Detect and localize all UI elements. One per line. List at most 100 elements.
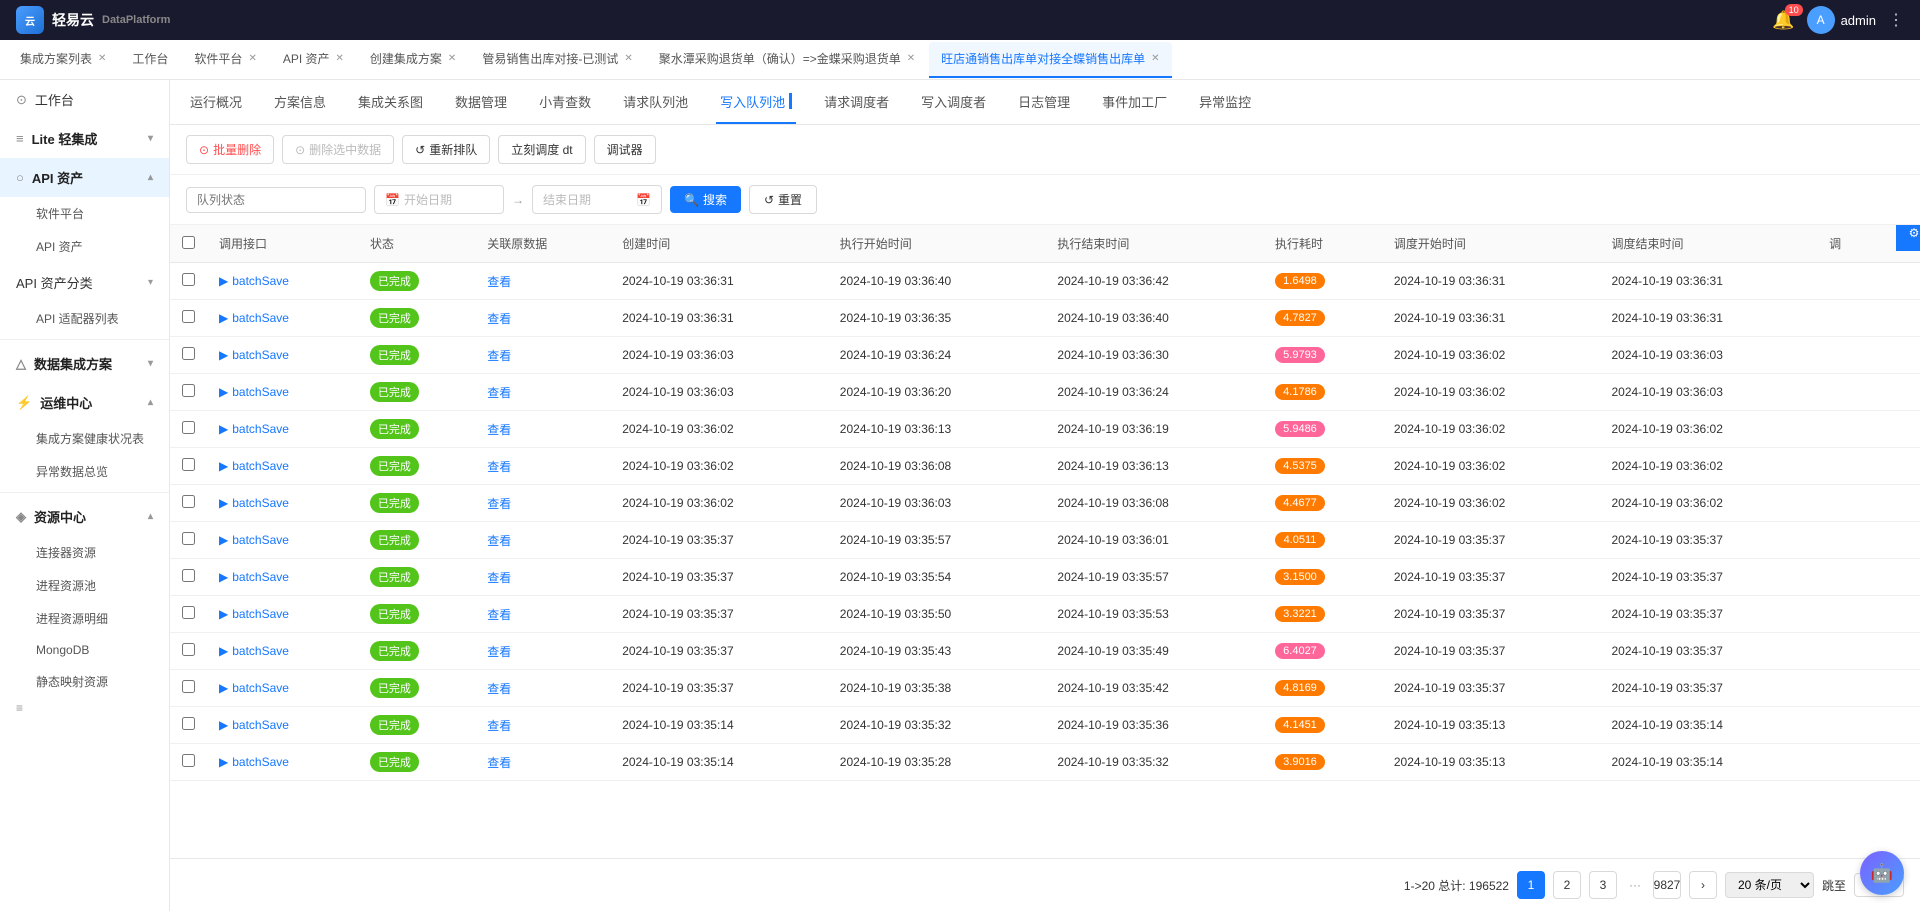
page-btn-2[interactable]: 2 xyxy=(1553,871,1581,899)
row-checkbox-cell[interactable] xyxy=(170,670,207,707)
api-link[interactable]: ▶ batchSave xyxy=(219,718,346,732)
row-checkbox-cell[interactable] xyxy=(170,374,207,411)
sidebar-sub-api-adapter[interactable]: API 适配器列表 xyxy=(0,302,169,335)
row-raw-data[interactable]: 查看 xyxy=(475,670,610,707)
api-link[interactable]: ▶ batchSave xyxy=(219,644,346,658)
row-checkbox[interactable] xyxy=(182,310,195,323)
row-checkbox-cell[interactable] xyxy=(170,559,207,596)
tab-close-icon[interactable]: ✕ xyxy=(448,53,456,64)
row-checkbox-cell[interactable] xyxy=(170,744,207,781)
raw-data-link[interactable]: 查看 xyxy=(487,719,511,733)
debugger-button[interactable]: 调试器 xyxy=(594,135,656,164)
raw-data-link[interactable]: 查看 xyxy=(487,756,511,770)
subnav-integration-diagram[interactable]: 集成关系图 xyxy=(354,80,427,124)
notification-bell[interactable]: 🔔 10 xyxy=(1772,10,1794,31)
api-link[interactable]: ▶ batchSave xyxy=(219,348,346,362)
row-checkbox[interactable] xyxy=(182,273,195,286)
row-checkbox[interactable] xyxy=(182,495,195,508)
row-raw-data[interactable]: 查看 xyxy=(475,485,610,522)
row-raw-data[interactable]: 查看 xyxy=(475,300,610,337)
raw-data-link[interactable]: 查看 xyxy=(487,608,511,622)
api-link[interactable]: ▶ batchSave xyxy=(219,459,346,473)
api-link[interactable]: ▶ batchSave xyxy=(219,533,346,547)
subnav-event-factory[interactable]: 事件加工厂 xyxy=(1098,80,1171,124)
sidebar-collapse-btn[interactable]: ≡ xyxy=(0,698,169,718)
row-checkbox[interactable] xyxy=(182,680,195,693)
row-raw-data[interactable]: 查看 xyxy=(475,744,610,781)
row-checkbox-cell[interactable] xyxy=(170,337,207,374)
api-link[interactable]: ▶ batchSave xyxy=(219,385,346,399)
sidebar-sub-process-pool[interactable]: 进程资源池 xyxy=(0,569,169,602)
raw-data-link[interactable]: 查看 xyxy=(487,682,511,696)
subnav-write-scheduler[interactable]: 写入调度者 xyxy=(917,80,990,124)
row-raw-data[interactable]: 查看 xyxy=(475,707,610,744)
row-raw-data[interactable]: 查看 xyxy=(475,596,610,633)
row-checkbox-cell[interactable] xyxy=(170,263,207,300)
page-size-select[interactable]: 20 条/页 50 条/页 100 条/页 xyxy=(1725,872,1814,898)
row-checkbox[interactable] xyxy=(182,717,195,730)
subnav-log-management[interactable]: 日志管理 xyxy=(1014,80,1074,124)
tab-software-platform[interactable]: 软件平台 ✕ xyxy=(182,42,268,78)
raw-data-link[interactable]: 查看 xyxy=(487,571,511,585)
row-checkbox[interactable] xyxy=(182,347,195,360)
row-raw-data[interactable]: 查看 xyxy=(475,633,610,670)
sidebar-item-workbench[interactable]: ⊙ 工作台 xyxy=(0,80,169,119)
row-raw-data[interactable]: 查看 xyxy=(475,448,610,485)
sidebar-item-api-assets-group[interactable]: ○ API 资产 ▴ xyxy=(0,158,169,197)
settings-button[interactable]: ⚙ xyxy=(1896,225,1920,251)
raw-data-link[interactable]: 查看 xyxy=(487,460,511,474)
queue-status-input[interactable] xyxy=(186,187,366,213)
row-raw-data[interactable]: 查看 xyxy=(475,263,610,300)
tab-manage-sales-out[interactable]: 管易销售出库对接-已测试 ✕ xyxy=(470,42,644,78)
row-checkbox[interactable] xyxy=(182,569,195,582)
row-checkbox[interactable] xyxy=(182,643,195,656)
row-raw-data[interactable]: 查看 xyxy=(475,522,610,559)
tab-create-integration[interactable]: 创建集成方案 ✕ xyxy=(358,42,468,78)
topbar-more-icon[interactable]: ⋮ xyxy=(1888,10,1904,30)
sidebar-item-ops-center[interactable]: ⚡ 运维中心 ▴ xyxy=(0,383,169,422)
page-btn-last[interactable]: 9827 xyxy=(1653,871,1681,899)
row-raw-data[interactable]: 查看 xyxy=(475,559,610,596)
api-link[interactable]: ▶ batchSave xyxy=(219,570,346,584)
batch-delete-button[interactable]: ⊙ 批量删除 xyxy=(186,135,274,164)
subnav-data-management[interactable]: 数据管理 xyxy=(451,80,511,124)
page-btn-1[interactable]: 1 xyxy=(1517,871,1545,899)
sidebar-sub-software-platform[interactable]: 软件平台 xyxy=(0,197,169,230)
raw-data-link[interactable]: 查看 xyxy=(487,349,511,363)
tab-close-icon[interactable]: ✕ xyxy=(336,53,344,64)
row-checkbox[interactable] xyxy=(182,384,195,397)
select-all-header[interactable] xyxy=(170,225,207,263)
api-link[interactable]: ▶ batchSave xyxy=(219,496,346,510)
sidebar-sub-static-mapping[interactable]: 静态映射资源 xyxy=(0,665,169,698)
raw-data-link[interactable]: 查看 xyxy=(487,423,511,437)
raw-data-link[interactable]: 查看 xyxy=(487,275,511,289)
subnav-write-queue[interactable]: 写入队列池 xyxy=(716,80,796,124)
sidebar-sub-health-status[interactable]: 集成方案健康状况表 xyxy=(0,422,169,455)
raw-data-link[interactable]: 查看 xyxy=(487,312,511,326)
subnav-xiaozhu-count[interactable]: 小青查数 xyxy=(535,80,595,124)
row-checkbox-cell[interactable] xyxy=(170,633,207,670)
tab-api-assets[interactable]: API 资产 ✕ xyxy=(271,42,356,78)
api-link[interactable]: ▶ batchSave xyxy=(219,422,346,436)
tab-wangdian-sales[interactable]: 旺店通销售出库单对接全蝶销售出库单 ✕ xyxy=(929,42,1171,78)
tab-purchase-return[interactable]: 聚水潭采购退货单（确认）=>金蝶采购退货单 ✕ xyxy=(647,42,927,78)
row-checkbox-cell[interactable] xyxy=(170,707,207,744)
tab-integration-list[interactable]: 集成方案列表 ✕ xyxy=(8,42,118,78)
subnav-run-overview[interactable]: 运行概况 xyxy=(186,80,246,124)
row-checkbox-cell[interactable] xyxy=(170,300,207,337)
api-link[interactable]: ▶ batchSave xyxy=(219,681,346,695)
user-menu[interactable]: A admin xyxy=(1807,6,1876,34)
sidebar-sub-abnormal-data[interactable]: 异常数据总览 xyxy=(0,455,169,488)
schedule-dt-button[interactable]: 立刻调度 dt xyxy=(498,135,585,164)
start-date-input[interactable]: 📅 开始日期 xyxy=(374,185,504,214)
sidebar-sub-mongodb[interactable]: MongoDB xyxy=(0,635,169,665)
api-link[interactable]: ▶ batchSave xyxy=(219,755,346,769)
row-checkbox-cell[interactable] xyxy=(170,522,207,559)
row-raw-data[interactable]: 查看 xyxy=(475,337,610,374)
tab-close-icon[interactable]: ✕ xyxy=(248,53,256,64)
row-checkbox[interactable] xyxy=(182,532,195,545)
sidebar-item-lite-integration[interactable]: ≡ Lite 轻集成 ▾ xyxy=(0,119,169,158)
api-link[interactable]: ▶ batchSave xyxy=(219,607,346,621)
tab-close-icon[interactable]: ✕ xyxy=(98,53,106,64)
row-raw-data[interactable]: 查看 xyxy=(475,411,610,448)
